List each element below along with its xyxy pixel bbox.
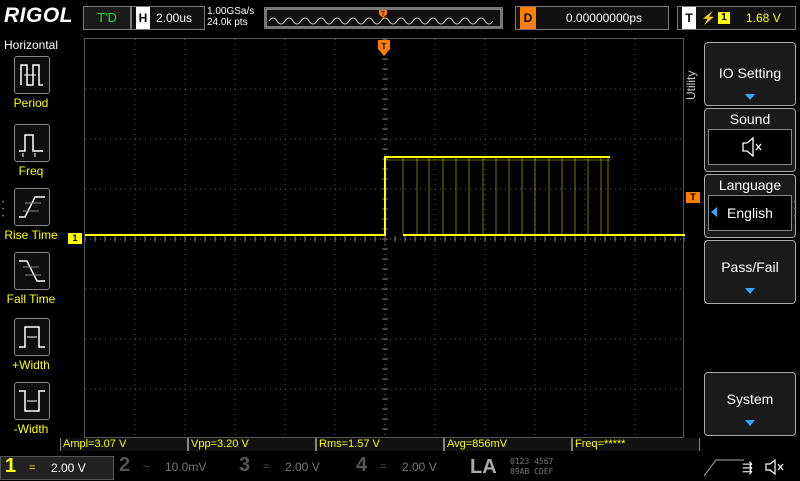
language-button[interactable]: Language English [704,174,796,238]
chevron-down-icon [745,420,755,426]
mute-icon [742,136,762,158]
menu-page-dots: • • • [794,200,797,220]
svg-text:T: T [382,42,387,51]
memory-overview-wave: T [265,8,502,28]
language-value: English [727,205,773,221]
delay-value: 0.00000000ps [565,11,642,25]
trigger-box[interactable]: T ⚡ 1 1.68 V [677,6,796,30]
language-select[interactable]: English [708,195,792,231]
channel-3-tab[interactable]: 3 = 2.00 V [235,454,350,478]
menu-rise-time-label: Rise Time [4,228,58,242]
measurement-vpp[interactable]: Vpp=3.20 V [188,438,316,451]
channel-1-coupling: = [29,462,36,474]
positive-width-icon [14,318,50,356]
sound-label: Sound [729,111,771,127]
menu-fall-time-label: Fall Time [6,292,56,306]
channel-1-scale: 2.00 V [51,461,86,475]
channel-3-number: 3 [239,454,251,476]
trigger-level: 1.68 V [746,11,781,25]
sound-toggle[interactable] [708,129,792,165]
menu-freq-label: Freq [18,164,44,178]
pass-fail-label: Pass/Fail [721,259,779,275]
la-tab[interactable]: LA [470,456,510,478]
run-status-badge[interactable]: T'D [83,6,131,30]
channel-4-number: 4 [356,454,368,476]
fall-time-icon [14,252,50,290]
system-button[interactable]: System [704,372,796,436]
channel-4-scale: 2.00 V [402,460,437,474]
io-setting-button[interactable]: IO Setting [704,42,796,106]
sample-rate: 1.00GSa/s [207,6,255,17]
io-setting-label: IO Setting [718,65,782,81]
ch1-offset-marker[interactable]: 1 [68,233,82,244]
utility-section-label: Utility [684,70,698,100]
memory-depth: 24.0k pts [207,17,248,28]
horizontal-label: H [136,7,150,29]
channel-2-scale: 10.0mV [165,460,207,474]
menu-period-button[interactable]: Period [8,56,54,120]
channel-1-number: 1 [5,455,17,477]
system-label: System [726,391,774,407]
la-channels: 0123 4567 89AB CDEF [510,457,602,479]
menu-fall-time-button[interactable]: Fall Time [7,252,55,316]
sound-button[interactable]: Sound [704,108,796,172]
rise-time-icon [14,188,50,226]
brand-logo: RIGOL [4,4,73,27]
top-status-bar: RIGOL T'D H 2.00us 1.00GSa/s 24.0k pts T… [0,0,800,36]
trigger-channel-badge: 1 [718,12,730,24]
ch1-trace [85,156,610,236]
menu-freq-button[interactable]: Freq [8,124,54,188]
la-row-2: 89AB CDEF [510,467,554,476]
trigger-position-marker-icon[interactable]: T [378,40,390,56]
chevron-left-icon [711,207,717,217]
delay-label: D [520,7,536,29]
channel-1-tab[interactable]: 1 = 2.00 V [0,455,114,480]
language-label: Language [718,177,782,193]
channel-bar: 1 = 2.00 V 2 ~ 10.0mV 3 = 2.00 V 4 = 2.0… [0,454,800,480]
channel-4-coupling: = [380,461,387,473]
measurement-ampl[interactable]: Ampl=3.07 V [60,438,188,451]
pass-fail-button[interactable]: Pass/Fail [704,240,796,304]
menu-period-label: Period [13,96,49,110]
channel-4-tab[interactable]: 4 = 2.00 V [352,454,467,478]
menu-page-dots-left: • • • [2,200,5,220]
graticule [84,38,686,440]
delay-box[interactable]: D 0.00000000ps [515,6,669,30]
measurement-bar: Ampl=3.07 V Vpp=3.20 V Rms=1.57 V Avg=85… [60,438,700,452]
menu-positive-width-button[interactable]: +Width [8,318,54,382]
status-bracket-icon [703,458,744,477]
acquisition-info: 1.00GSa/s 24.0k pts [207,6,254,28]
trigger-edge-icon: ⚡ [701,11,716,25]
trigger-level-marker[interactable]: T [686,192,700,203]
channel-2-tab[interactable]: 2 ~ 10.0mV [115,454,230,478]
right-menu: IO Setting Sound Language English Pass/F… [704,36,800,456]
mute-status-icon [764,458,788,476]
waveform-display[interactable] [84,38,686,440]
trigger-label: T [682,7,696,29]
svg-text:T: T [381,11,386,18]
menu-negative-width-label: -Width [13,422,49,436]
menu-positive-width-label: +Width [12,358,50,372]
channel-2-number: 2 [119,454,131,476]
negative-width-icon [14,382,50,420]
left-menu: Horizontal Period Freq Rise Time Fall Ti… [0,36,60,456]
channel-2-coupling: ~ [143,461,150,473]
la-row-1: 0123 4567 [510,457,554,466]
timebase-value: 2.00us [156,11,193,25]
menu-negative-width-button[interactable]: -Width [8,382,54,446]
channel-3-scale: 2.00 V [285,460,320,474]
usb-icon: ⇶ [742,460,753,475]
chevron-down-icon [745,288,755,294]
measurement-avg[interactable]: Avg=856mV [444,438,572,451]
chevron-down-icon [745,94,755,100]
menu-rise-time-button[interactable]: Rise Time [4,188,58,252]
memory-overview-bar[interactable]: T [264,7,503,29]
timebase-box[interactable]: H 2.00us [131,6,205,30]
left-menu-title: Horizontal [3,38,59,52]
measurement-freq[interactable]: Freq=***** [572,438,700,451]
frequency-icon [14,124,50,162]
channel-3-coupling: = [263,461,270,473]
measurement-rms[interactable]: Rms=1.57 V [316,438,444,451]
period-icon [14,56,50,94]
